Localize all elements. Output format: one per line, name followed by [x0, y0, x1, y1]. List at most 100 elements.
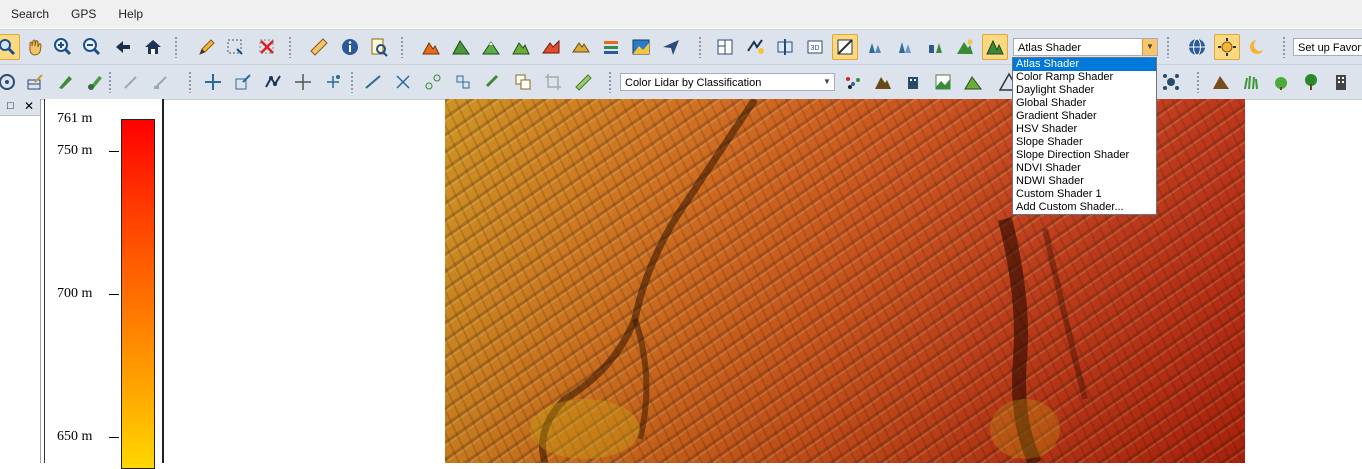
- pen-icon[interactable]: [52, 69, 78, 95]
- terrain-icon[interactable]: [538, 34, 564, 60]
- terrain-icon[interactable]: [478, 34, 504, 60]
- target-icon[interactable]: [0, 69, 20, 95]
- color-ramp: [121, 119, 155, 469]
- shader-option[interactable]: Atlas Shader: [1013, 58, 1156, 71]
- pencil-icon[interactable]: [194, 34, 220, 60]
- close-icon[interactable]: ✕: [24, 99, 34, 113]
- delete-x-icon[interactable]: [254, 34, 280, 60]
- link-icon[interactable]: [420, 69, 446, 95]
- move-vertices-icon[interactable]: [200, 69, 226, 95]
- legend-label: 700 m: [57, 286, 93, 301]
- line-edit-icon[interactable]: [118, 69, 144, 95]
- shader-option[interactable]: Add Custom Shader...: [1013, 201, 1156, 214]
- moon-icon[interactable]: [1244, 34, 1270, 60]
- profile-icon[interactable]: [772, 34, 798, 60]
- crop-icon[interactable]: [540, 69, 566, 95]
- 3d-view-icon[interactable]: 3D: [802, 34, 828, 60]
- shrub-icon[interactable]: [1268, 69, 1294, 95]
- shader-option[interactable]: NDWI Shader: [1013, 175, 1156, 188]
- legend-tick: [109, 151, 119, 152]
- terrain-icon[interactable]: [418, 34, 444, 60]
- terrain-icon[interactable]: [598, 34, 624, 60]
- back-arrow-icon[interactable]: [110, 34, 136, 60]
- shader-option[interactable]: Global Shader: [1013, 97, 1156, 110]
- shader-option[interactable]: Slope Shader: [1013, 136, 1156, 149]
- globe-icon[interactable]: [1184, 34, 1210, 60]
- chevron-down-icon[interactable]: ▼: [820, 74, 834, 90]
- sun-icon[interactable]: [1214, 34, 1240, 60]
- zoom-out-icon[interactable]: [79, 34, 105, 60]
- menu-gps[interactable]: GPS: [60, 7, 107, 21]
- elevation-legend: 761 m 750 m 700 m 650 m: [44, 99, 164, 469]
- shader-select[interactable]: Atlas Shader ▼: [1013, 38, 1158, 56]
- terrain-icon[interactable]: [508, 34, 534, 60]
- menu-bar: Search GPS Help: [0, 0, 1362, 28]
- image-icon[interactable]: [930, 69, 956, 95]
- building-icon[interactable]: [900, 69, 926, 95]
- select-box-icon[interactable]: [222, 34, 248, 60]
- zoom-box-icon[interactable]: [0, 34, 20, 60]
- lidar-icon[interactable]: [862, 34, 888, 60]
- move-icon[interactable]: [290, 69, 316, 95]
- legend-label: 650 m: [57, 429, 93, 444]
- rotate-icon[interactable]: [480, 69, 506, 95]
- favorites-select[interactable]: Set up Favor: [1293, 38, 1362, 56]
- shader-option[interactable]: Slope Direction Shader: [1013, 149, 1156, 162]
- building-icon[interactable]: [1328, 69, 1354, 95]
- mountain-icon[interactable]: [870, 69, 896, 95]
- svg-text:3D: 3D: [811, 45, 820, 52]
- network-icon[interactable]: [1158, 69, 1184, 95]
- lidar-icon[interactable]: [892, 34, 918, 60]
- brush-icon[interactable]: [82, 69, 108, 95]
- copy-icon[interactable]: [510, 69, 536, 95]
- legend-label: 761 m: [57, 111, 93, 126]
- lidar-classification-value: Color Lidar by Classification: [625, 77, 762, 89]
- legend-label: 750 m: [57, 143, 93, 158]
- cut-icon[interactable]: [390, 69, 416, 95]
- terrain-icon[interactable]: [448, 34, 474, 60]
- shader-option[interactable]: Daylight Shader: [1013, 84, 1156, 97]
- shader-option[interactable]: HSV Shader: [1013, 123, 1156, 136]
- mountain-icon[interactable]: [1208, 69, 1234, 95]
- lidar-classification-select[interactable]: Color Lidar by Classification ▼: [620, 73, 835, 91]
- restore-icon[interactable]: □: [7, 100, 14, 112]
- route-icon[interactable]: [742, 34, 768, 60]
- ruler-icon[interactable]: [570, 69, 596, 95]
- ruler-icon[interactable]: [306, 34, 332, 60]
- shader-option[interactable]: NDVI Shader: [1013, 162, 1156, 175]
- shader-dropdown-list: Atlas Shader Color Ramp Shader Daylight …: [1012, 57, 1157, 215]
- grid-edit-icon[interactable]: [22, 69, 48, 95]
- cursor-edit-icon[interactable]: [148, 69, 174, 95]
- toolbar-row-1: 3D Atlas Shader ▼ Set up Favor: [0, 29, 1362, 65]
- shader-option[interactable]: Gradient Shader: [1013, 110, 1156, 123]
- control-center-panel: □ ✕: [0, 99, 41, 463]
- lidar-icon[interactable]: [922, 34, 948, 60]
- pan-hand-icon[interactable]: [22, 34, 48, 60]
- shader-active-icon[interactable]: [982, 34, 1008, 60]
- shader-select-value: Atlas Shader: [1018, 42, 1081, 54]
- menu-help[interactable]: Help: [107, 7, 154, 21]
- tree-icon[interactable]: [952, 34, 978, 60]
- terrain-icon[interactable]: [568, 34, 594, 60]
- layout-icon[interactable]: [712, 34, 738, 60]
- bridge-icon[interactable]: [450, 69, 476, 95]
- add-point-icon[interactable]: [320, 69, 346, 95]
- home-icon[interactable]: [140, 34, 166, 60]
- zoom-in-icon[interactable]: [50, 34, 76, 60]
- shader-toggle-icon[interactable]: [832, 34, 858, 60]
- search-doc-icon[interactable]: [366, 34, 392, 60]
- shader-option[interactable]: Color Ramp Shader: [1013, 71, 1156, 84]
- shader-option[interactable]: Custom Shader 1: [1013, 188, 1156, 201]
- grass-icon[interactable]: [1238, 69, 1264, 95]
- tree-icon[interactable]: [1298, 69, 1324, 95]
- lidar-class-icon[interactable]: [840, 69, 866, 95]
- info-icon[interactable]: [337, 34, 363, 60]
- plane-icon[interactable]: [658, 34, 684, 60]
- chevron-down-icon[interactable]: ▼: [1142, 39, 1157, 55]
- menu-search[interactable]: Search: [0, 7, 60, 21]
- scale-icon[interactable]: [230, 69, 256, 95]
- image-icon[interactable]: [628, 34, 654, 60]
- terrain-icon[interactable]: [960, 69, 986, 95]
- line-icon[interactable]: [360, 69, 386, 95]
- node-icon[interactable]: [260, 69, 286, 95]
